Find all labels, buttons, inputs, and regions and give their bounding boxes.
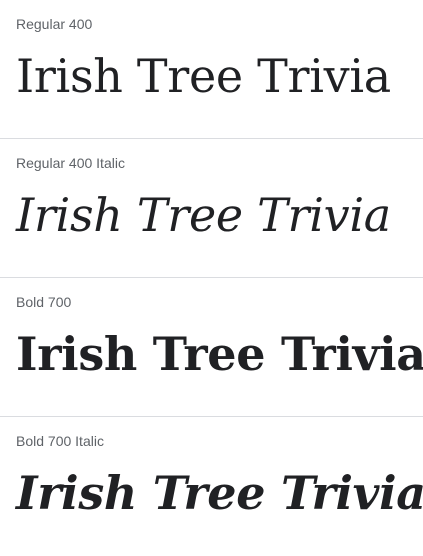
- sample-text[interactable]: Irish Tree Trivia: [16, 326, 423, 382]
- style-row-bold-700-italic: Bold 700 Italic Irish Tree Trivia: [0, 417, 423, 556]
- style-label: Bold 700 Italic: [16, 433, 104, 449]
- sample-text[interactable]: Irish Tree Trivia: [16, 187, 407, 243]
- style-row-regular-400-italic: Regular 400 Italic Irish Tree Trivia: [0, 139, 423, 278]
- sample-text[interactable]: Irish Tree Trivia: [16, 48, 407, 104]
- sample-text[interactable]: Irish Tree Trivia: [16, 465, 423, 521]
- style-label: Bold 700: [16, 294, 72, 310]
- font-style-list: Regular 400 Irish Tree Trivia Regular 40…: [0, 0, 423, 556]
- style-row-bold-700: Bold 700 Irish Tree Trivia: [0, 278, 423, 417]
- style-label: Regular 400 Italic: [16, 155, 125, 171]
- style-row-regular-400: Regular 400 Irish Tree Trivia: [0, 0, 423, 139]
- style-label: Regular 400: [16, 16, 93, 32]
